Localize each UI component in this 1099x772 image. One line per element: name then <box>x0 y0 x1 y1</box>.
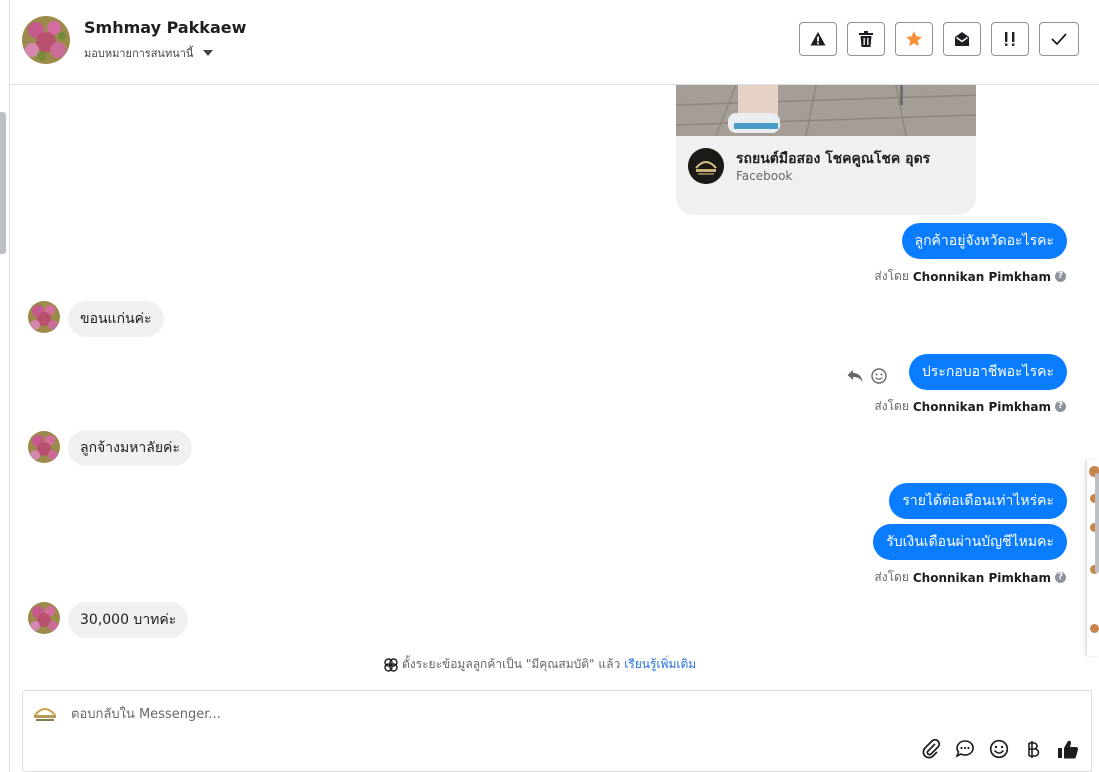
reply-icon[interactable] <box>847 369 863 383</box>
help-icon[interactable]: ? <box>1055 401 1066 412</box>
help-icon[interactable]: ? <box>1055 271 1066 282</box>
sent-by-label: ส่งโดย Chonnikan Pimkham ? <box>874 267 1066 286</box>
delete-button[interactable] <box>847 22 885 56</box>
thumbs-up-icon[interactable] <box>1057 739 1079 759</box>
contact-avatar-small <box>28 602 60 634</box>
check-icon <box>1051 33 1067 46</box>
exclamation-icon <box>1005 32 1015 46</box>
emoji-react-icon[interactable] <box>871 368 887 384</box>
system-note-text: ตั้งระยะข้อมูลลูกค้าเป็น "มีคุณสมบัติ" แ… <box>402 657 621 671</box>
contact-name[interactable]: Smhmay Pakkaew <box>84 18 246 37</box>
spam-button[interactable] <box>799 22 837 56</box>
sent-by-agent: Chonnikan Pimkham <box>912 269 1051 284</box>
rail-avatar[interactable] <box>1090 624 1099 633</box>
sent-by-label: ส่งโดย Chonnikan Pimkham ? <box>874 397 1066 416</box>
system-note: ตั้งระยะข้อมูลลูกค้าเป็น "มีคุณสมบัติ" แ… <box>384 655 696 674</box>
sent-by-prefix: ส่งโดย <box>874 570 909 584</box>
message-outgoing[interactable]: รับเงินเดือนผ่านบัญชีไหมคะ <box>873 524 1067 560</box>
help-icon[interactable]: ? <box>1055 572 1066 583</box>
emoji-icon[interactable] <box>989 739 1009 759</box>
reply-input[interactable]: ตอบกลับใน Messenger... <box>71 703 221 724</box>
trash-icon <box>859 31 873 47</box>
envelope-open-icon <box>955 32 969 46</box>
paperclip-icon[interactable] <box>921 739 941 759</box>
learn-more-link[interactable]: เรียนรู้เพิ่มเติม <box>624 655 696 674</box>
sent-by-agent: Chonnikan Pimkham <box>912 399 1051 414</box>
sent-by-label: ส่งโดย Chonnikan Pimkham ? <box>874 568 1066 587</box>
message-incoming[interactable]: ลูกจ้างมหาลัยค่ะ <box>68 430 192 466</box>
message-outgoing[interactable]: ประกอบอาชีพอะไรคะ <box>908 354 1067 390</box>
shared-link-card[interactable]: รถยนต์มือสอง โชคคูณโชค อุดร Facebook <box>676 85 976 215</box>
reply-composer[interactable]: ตอบกลับใน Messenger... <box>22 690 1092 772</box>
star-icon <box>906 31 922 47</box>
warning-icon <box>810 32 826 46</box>
sent-by-agent: Chonnikan Pimkham <box>912 570 1051 585</box>
conversation-header: Smhmay Pakkaew มอบหมายการสนทนานี้ <box>10 0 1099 85</box>
message-outgoing[interactable]: รายได้ต่อเดือนเท่าไหร่คะ <box>889 483 1067 519</box>
baht-icon[interactable] <box>1023 739 1043 759</box>
message-thread[interactable]: รถยนต์มือสอง โชคคูณโชค อุดร Facebook ลูก… <box>10 85 1087 685</box>
star-button[interactable] <box>895 22 933 56</box>
mark-unread-button[interactable] <box>943 22 981 56</box>
mark-done-button[interactable] <box>1039 22 1079 56</box>
sent-by-prefix: ส่งโดย <box>874 399 909 413</box>
message-outgoing[interactable]: ลูกค้าอยู่จังหวัดอะไรคะ <box>901 223 1067 259</box>
right-scrollbar[interactable] <box>1095 473 1099 573</box>
message-incoming[interactable]: 30,000 บาทค่ะ <box>68 602 189 638</box>
assign-label: มอบหมายการสนทนานี้ <box>84 47 194 60</box>
composer-toolbar <box>921 739 1079 759</box>
left-scrollbar[interactable] <box>0 112 6 254</box>
link-card-source: Facebook <box>736 169 793 183</box>
contact-avatar-small <box>28 301 60 333</box>
chat-bubble-icon[interactable] <box>955 739 975 759</box>
message-incoming[interactable]: ขอนแก่นค่ะ <box>68 301 164 337</box>
follow-up-button[interactable] <box>991 22 1029 56</box>
page-avatar <box>31 701 59 723</box>
message-hover-actions <box>847 368 887 384</box>
page-logo <box>688 148 724 184</box>
assign-conversation-dropdown[interactable]: มอบหมายการสนทนานี้ <box>84 44 214 62</box>
contact-avatar-small <box>28 431 60 463</box>
contact-avatar[interactable] <box>22 16 70 64</box>
link-preview-image <box>676 85 976 136</box>
sent-by-prefix: ส่งโดย <box>874 269 909 283</box>
link-card-title: รถยนต์มือสอง โชคคูณโชค อุดร <box>736 151 931 167</box>
chevron-down-icon <box>203 50 214 56</box>
stage-icon <box>384 657 398 672</box>
